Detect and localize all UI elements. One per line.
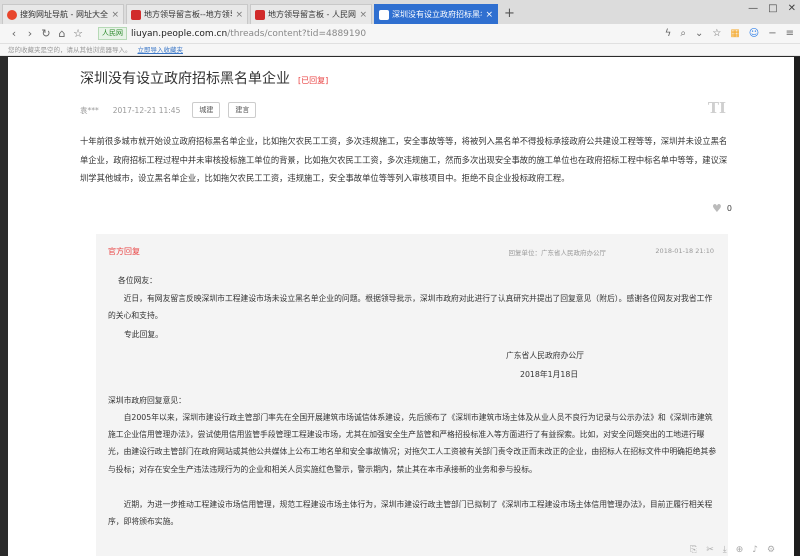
tag-chengjian[interactable]: 城建 <box>192 102 221 118</box>
sogou-favicon-icon <box>7 9 17 20</box>
navigation-toolbar: ‹ › ↻ ⌂ ☆ 人民网 liuyan.people.com.cn/threa… <box>0 24 800 44</box>
close-tab-icon[interactable]: × <box>485 10 493 20</box>
reply-sub-heading: 深圳市政府回复意见： <box>108 396 186 405</box>
reply-paragraph-2: 自2005年以来，深圳市建设行政主管部门率先在全国开展建筑市场诚信体系建设，先后… <box>108 413 717 474</box>
tab-title: 搜狗网址导航 - 网址大全,实用 <box>20 10 108 19</box>
search-icon[interactable]: ⌕ <box>680 28 686 39</box>
sound-icon[interactable]: ♪ <box>752 545 758 555</box>
thread-title-row: 深圳没有设立政府招标黑名单企业 [已回复] <box>80 68 328 88</box>
dropdown-icon[interactable]: ⌄ <box>695 28 703 39</box>
close-tab-icon[interactable]: × <box>359 10 367 20</box>
official-reply-heading: 官方回复 <box>108 247 140 256</box>
reply-paragraph-3: 近期，为进一步推动工程建设市场信用管理，规范工程建设市场主体行为，深圳市建设行政… <box>108 500 713 527</box>
thread-content: 十年前很多城市就开始设立政府招标黑名单企业，比如拖欠农民工工资，多次违规施工，安… <box>80 136 728 184</box>
bookmark-empty-hint: 您的收藏夹是空的，请从其他浏览器导入。 <box>8 46 132 54</box>
reply-date: 2018-01-18 21:10 <box>655 247 714 255</box>
zoom-icon[interactable]: ⊕ <box>736 545 744 555</box>
tag-jianyan[interactable]: 建言 <box>228 102 257 118</box>
scrollbar[interactable] <box>794 57 800 556</box>
import-bookmarks-link[interactable]: 立即导入收藏夹 <box>138 46 184 54</box>
favorites-icon[interactable]: ☆ <box>712 28 721 39</box>
apps-icon[interactable]: ▦ <box>730 28 739 39</box>
tab-leader-board-2[interactable]: 地方领导留言板 - 人民网 × <box>250 4 372 24</box>
like-count: 0 <box>726 204 732 213</box>
bookmark-star-icon[interactable]: ☆ <box>70 27 86 40</box>
official-reply-box: 官方回复 回复单位：广东省人民政府办公厅 2018-01-18 21:10 各位… <box>96 234 728 556</box>
maximize-icon[interactable]: □ <box>768 3 777 14</box>
forward-icon[interactable]: › <box>22 27 38 40</box>
window-controls: — □ ✕ <box>748 3 796 14</box>
tab-strip: 搜狗网址导航 - 网址大全,实用 × 地方领导留言板--地方领导--人民 × 地… <box>0 0 800 24</box>
home-icon[interactable]: ⌂ <box>54 27 70 40</box>
tab-title: 地方领导留言板--地方领导--人民 <box>144 10 232 19</box>
close-tab-icon[interactable]: × <box>235 10 243 20</box>
new-tab-button[interactable]: + <box>504 4 515 24</box>
close-tab-icon[interactable]: × <box>111 10 119 20</box>
like-button[interactable]: ♥ 0 <box>712 202 732 215</box>
address-bar[interactable]: 人民网 liuyan.people.com.cn/threads/content… <box>98 26 658 42</box>
close-window-icon[interactable]: ✕ <box>788 3 796 14</box>
site-watermark: TI <box>707 99 726 117</box>
url-path: /threads/content?tid=4889190 <box>227 28 367 39</box>
people-favicon-icon <box>379 9 389 20</box>
author-name[interactable]: 袁*** <box>80 105 99 116</box>
status-bar-icons: ⎘ ✂ ⤓ ⊕ ♪ ⚙ <box>690 545 775 555</box>
people-favicon-icon <box>255 9 265 20</box>
tab-title: 地方领导留言板 - 人民网 <box>268 10 356 19</box>
url-host: liuyan.people.com.cn <box>131 28 228 39</box>
reply-salutation: 各位网友： <box>118 276 157 285</box>
smile-icon[interactable]: ☺ <box>749 28 759 39</box>
minimize-icon[interactable]: — <box>748 3 758 14</box>
people-favicon-icon <box>131 9 141 20</box>
download-icon[interactable]: ⤓ <box>723 545 727 555</box>
clipboard-icon[interactable]: ⎘ <box>690 545 697 555</box>
post-date: 2017-12-21 11:45 <box>112 105 181 115</box>
reload-icon[interactable]: ↻ <box>38 27 54 40</box>
thread-meta: 袁*** 2017-12-21 11:45 城建 建言 <box>80 102 257 118</box>
reply-unit: 回复单位：广东省人民政府办公厅 <box>508 249 607 257</box>
menu-icon[interactable]: ≡ <box>786 28 794 39</box>
minus-icon[interactable]: − <box>768 28 776 39</box>
back-icon[interactable]: ‹ <box>6 27 22 40</box>
tab-leader-board-1[interactable]: 地方领导留言板--地方领导--人民 × <box>126 4 248 24</box>
tab-title: 深圳没有设立政府招标黑名单企 <box>392 10 482 19</box>
signature-org: 广东省人民政府办公厅 <box>506 351 584 360</box>
site-badge: 人民网 <box>98 27 127 40</box>
heart-icon: ♥ <box>712 202 722 215</box>
lightning-icon[interactable]: ϟ <box>665 28 672 39</box>
reply-closing: 专此回复。 <box>124 330 163 339</box>
signature-date: 2018年1月18日 <box>520 370 579 379</box>
tab-sogou[interactable]: 搜狗网址导航 - 网址大全,实用 × <box>2 4 124 24</box>
reply-status-badge: [已回复] <box>298 76 329 85</box>
page-title: 深圳没有设立政府招标黑名单企业 <box>80 71 290 87</box>
settings-icon[interactable]: ⚙ <box>767 545 775 555</box>
reply-paragraph-1: 近日，有网友留言反映深圳市工程建设市场未设立黑名单企业的问题。根据领导批示，深圳… <box>108 294 713 321</box>
bookmark-bar: 您的收藏夹是空的，请从其他浏览器导入。 立即导入收藏夹 <box>0 44 800 56</box>
page-viewport: 深圳没有设立政府招标黑名单企业 [已回复] 袁*** 2017-12-21 11:… <box>8 57 794 556</box>
browser-tools: ϟ ⌕ ⌄ ☆ ▦ ☺ − ≡ <box>665 28 794 39</box>
screenshot-icon[interactable]: ✂ <box>706 545 714 555</box>
tab-current-thread[interactable]: 深圳没有设立政府招标黑名单企 × <box>374 4 498 24</box>
